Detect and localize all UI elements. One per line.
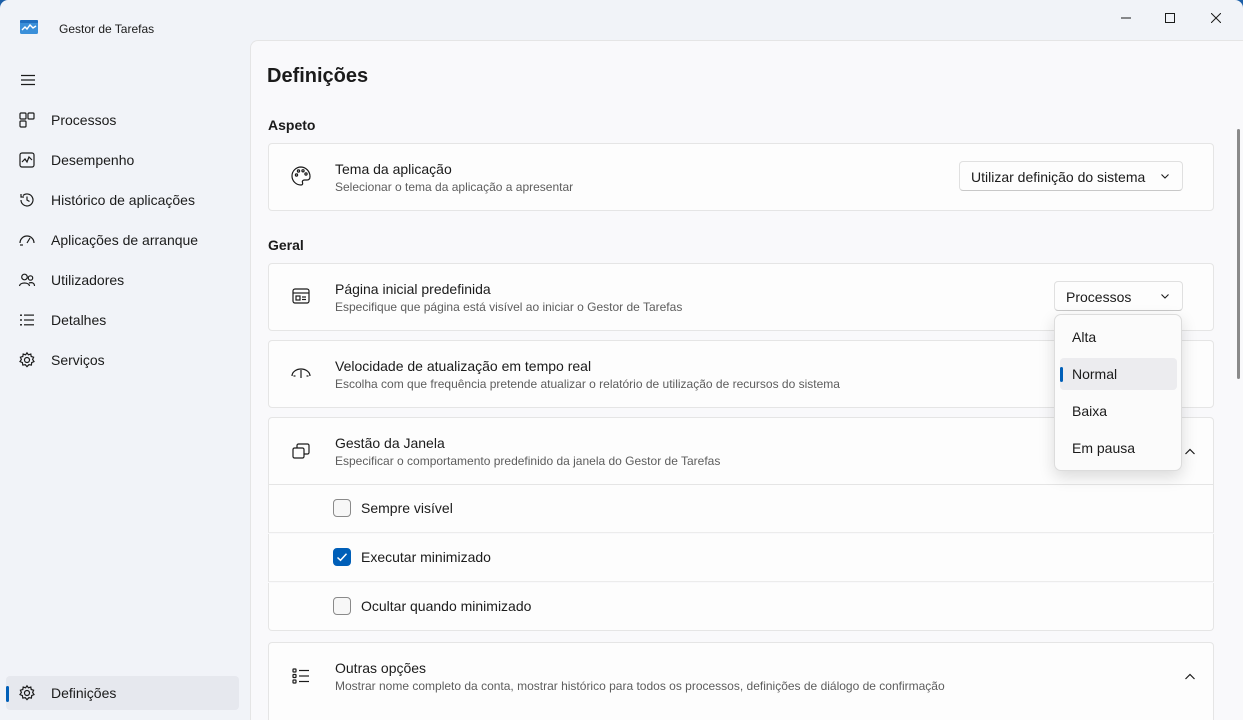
sidebar-item-processes[interactable]: Processos <box>6 103 239 137</box>
window-management-subtitle: Especificar o comportamento predefinido … <box>335 454 721 468</box>
hide-when-minimized-checkbox[interactable] <box>333 597 351 615</box>
minimize-button[interactable] <box>1103 0 1149 36</box>
other-options-setting-card[interactable]: Outras opções Mostrar nome completo da c… <box>268 642 1214 720</box>
sidebar-item-label: Definições <box>51 685 117 701</box>
sidebar-item-label: Aplicações de arranque <box>51 232 199 248</box>
minimize-icon <box>1121 13 1131 23</box>
default-page-dropdown-value: Processos <box>1066 289 1132 305</box>
theme-setting-card: Tema da aplicação Selecionar o tema da a… <box>268 143 1214 211</box>
services-icon <box>18 351 36 369</box>
option-label: Sempre visível <box>361 500 453 516</box>
title-bar[interactable]: Gestor de Tarefas <box>0 0 1243 40</box>
performance-icon <box>18 151 36 169</box>
flyout-item-label: Normal <box>1072 366 1118 382</box>
gear-icon <box>18 684 36 702</box>
users-icon <box>18 271 36 289</box>
vertical-scrollbar[interactable] <box>1237 129 1240 379</box>
sidebar-item-users[interactable]: Utilizadores <box>6 263 239 297</box>
default-page-subtitle: Especifique que página está visível ao i… <box>335 300 683 314</box>
sidebar-item-label: Histórico de aplicações <box>51 192 195 208</box>
processes-icon <box>18 111 36 129</box>
sidebar-item-label: Utilizadores <box>51 272 125 288</box>
option-label: Ocultar quando minimizado <box>361 598 532 614</box>
flyout-item-high[interactable]: Alta <box>1060 321 1177 353</box>
flyout-item-normal[interactable]: Normal <box>1060 358 1177 390</box>
sidebar-item-details[interactable]: Detalhes <box>6 303 239 337</box>
theme-subtitle: Selecionar o tema da aplicação a apresen… <box>335 180 574 194</box>
run-minimized-checkbox[interactable] <box>333 548 351 566</box>
chevron-down-icon <box>1160 291 1170 301</box>
chevron-up-icon[interactable] <box>1184 671 1196 683</box>
sidebar-item-app-history[interactable]: Histórico de aplicações <box>6 183 239 217</box>
option-always-on-top[interactable]: Sempre visível <box>268 485 1214 533</box>
theme-dropdown-value: Utilizar definição do sistema <box>971 169 1146 185</box>
option-label: Executar minimizado <box>361 549 491 565</box>
sidebar-item-label: Desempenho <box>51 152 135 168</box>
section-title-general: Geral <box>268 237 304 253</box>
flyout-item-low[interactable]: Baixa <box>1060 395 1177 427</box>
sidebar-item-label: Detalhes <box>51 312 107 328</box>
window-management-title: Gestão da Janela <box>335 435 445 451</box>
flyout-item-paused[interactable]: Em pausa <box>1060 432 1177 464</box>
section-title-appearance: Aspeto <box>268 117 316 133</box>
theme-title: Tema da aplicação <box>335 161 452 177</box>
hamburger-icon <box>20 74 36 86</box>
other-options-title: Outras opções <box>335 660 427 676</box>
update-speed-flyout-menu: Alta Normal Baixa Em pausa <box>1054 314 1182 471</box>
palette-icon <box>290 165 312 187</box>
default-page-dropdown[interactable]: Processos <box>1054 281 1183 311</box>
checkmark-icon <box>336 553 348 562</box>
sidebar-item-label: Processos <box>51 112 117 128</box>
app-history-icon <box>18 191 36 209</box>
option-run-minimized[interactable]: Executar minimizado <box>268 534 1214 582</box>
always-on-top-checkbox[interactable] <box>333 499 351 517</box>
flyout-item-label: Em pausa <box>1072 440 1136 456</box>
menu-toggle-button[interactable] <box>14 68 42 92</box>
chevron-down-icon <box>1160 171 1170 181</box>
task-manager-window: Gestor de Tarefas Processos Desempenho H… <box>0 0 1243 720</box>
theme-dropdown[interactable]: Utilizar definição do sistema <box>959 161 1183 191</box>
other-options-subtitle: Mostrar nome completo da conta, mostrar … <box>335 679 945 693</box>
sidebar-item-startup-apps[interactable]: Aplicações de arranque <box>6 223 239 257</box>
sidebar-item-performance[interactable]: Desempenho <box>6 143 239 177</box>
close-icon <box>1211 13 1221 23</box>
sidebar-item-label: Serviços <box>51 352 105 368</box>
windows-overlap-icon <box>290 440 312 462</box>
startup-apps-icon <box>18 231 36 249</box>
page-layout-icon <box>290 285 312 307</box>
list-options-icon <box>290 665 312 687</box>
navigation-sidebar: Processos Desempenho Histórico de aplica… <box>0 40 250 720</box>
sidebar-item-services[interactable]: Serviços <box>6 343 239 377</box>
sidebar-item-settings[interactable]: Definições <box>6 676 239 710</box>
speed-gauge-icon <box>290 362 312 384</box>
flyout-item-label: Baixa <box>1072 403 1108 419</box>
option-hide-when-minimized[interactable]: Ocultar quando minimizado <box>268 583 1214 631</box>
page-title: Definições <box>267 65 369 87</box>
window-title: Gestor de Tarefas <box>59 22 155 36</box>
maximize-button[interactable] <box>1147 0 1193 36</box>
close-button[interactable] <box>1193 0 1239 36</box>
chevron-up-icon[interactable] <box>1184 446 1196 458</box>
details-icon <box>18 311 36 329</box>
default-page-title: Página inicial predefinida <box>335 281 491 297</box>
maximize-icon <box>1165 13 1175 23</box>
update-speed-title: Velocidade de atualização em tempo real <box>335 358 592 374</box>
flyout-item-label: Alta <box>1072 329 1097 345</box>
update-speed-subtitle: Escolha com que frequência pretende atua… <box>335 377 840 391</box>
settings-page: Definições Aspeto Tema da aplicação Sele… <box>250 40 1243 720</box>
task-manager-app-icon <box>20 20 38 34</box>
